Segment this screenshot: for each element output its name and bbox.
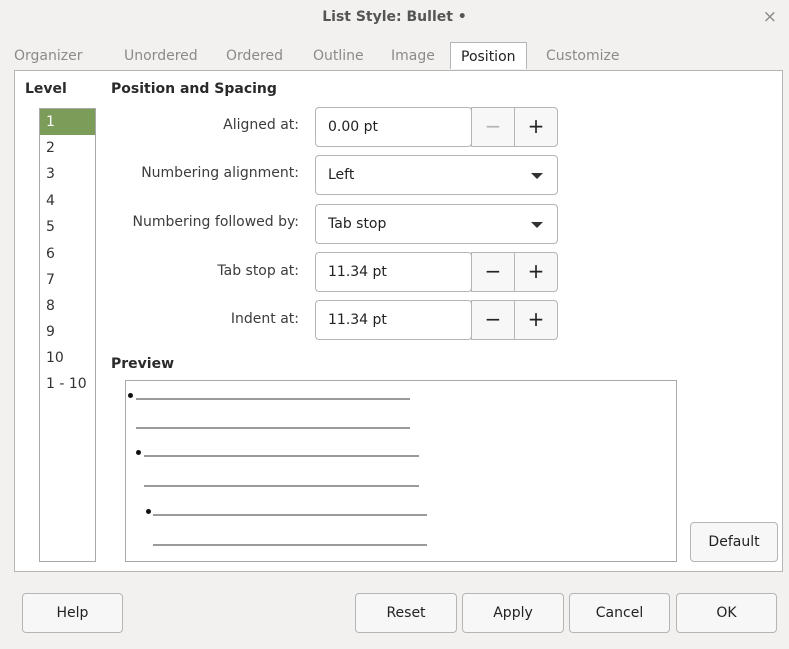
numbering-alignment-value: Left [328,167,355,183]
indent-at-field[interactable]: 11.34 pt [315,300,472,340]
preview-line [153,544,427,546]
aligned-at-label: Aligned at: [223,117,299,133]
aligned-at-increment-button[interactable]: + [514,107,558,147]
chevron-down-icon [531,222,543,228]
apply-button[interactable]: Apply [462,593,564,633]
level-item-8[interactable]: 8 [40,293,95,319]
tab-stop-at-field[interactable]: 11.34 pt [315,252,472,292]
level-item-9[interactable]: 9 [40,319,95,345]
level-item-4[interactable]: 4 [40,188,95,214]
indent-at-decrement-button[interactable]: − [471,300,515,340]
title-bar: List Style: Bullet • × [0,0,789,36]
numbering-followed-by-dropdown[interactable]: Tab stop [315,204,558,244]
level-item-7[interactable]: 7 [40,267,95,293]
tab-position[interactable]: Position [450,42,527,69]
preview-line [153,514,427,516]
numbering-followed-by-value: Tab stop [328,216,387,232]
numbering-followed-by-label: Numbering followed by: [132,214,299,230]
indent-at-label: Indent at: [230,311,299,327]
preview-line [144,485,419,487]
preview-line [136,398,410,400]
cancel-button[interactable]: Cancel [569,593,670,633]
preview-line [144,455,419,457]
level-heading: Level [25,81,67,97]
default-button[interactable]: Default [690,522,778,562]
position-panel: Level 1 2 3 4 5 6 7 8 9 10 1 - 10 Positi… [14,70,783,572]
tab-image[interactable]: Image [391,48,435,64]
help-button[interactable]: Help [22,593,123,633]
indent-at-increment-button[interactable]: + [514,300,558,340]
tab-outline[interactable]: Outline [313,48,364,64]
numbering-alignment-dropdown[interactable]: Left [315,155,558,195]
preview-line [136,427,410,429]
level-item-5[interactable]: 5 [40,214,95,240]
tab-ordered[interactable]: Ordered [226,48,283,64]
preview-bullet-3 [146,509,151,514]
level-list[interactable]: 1 2 3 4 5 6 7 8 9 10 1 - 10 [39,108,96,562]
preview-bullet-2 [136,450,141,455]
aligned-at-field[interactable]: 0.00 pt [315,107,472,147]
level-item-1[interactable]: 1 [40,109,95,135]
chevron-down-icon [531,173,543,179]
preview-bullet-1 [128,393,133,398]
level-item-10[interactable]: 10 [40,345,95,371]
level-item-3[interactable]: 3 [40,161,95,187]
tab-stop-at-label: Tab stop at: [217,263,299,279]
position-spacing-heading: Position and Spacing [111,81,277,97]
aligned-at-decrement-button[interactable]: − [471,107,515,147]
tab-unordered[interactable]: Unordered [124,48,198,64]
ok-button[interactable]: OK [676,593,777,633]
tab-stop-at-decrement-button[interactable]: − [471,252,515,292]
tab-customize[interactable]: Customize [546,48,620,64]
numbering-alignment-label: Numbering alignment: [141,165,299,181]
reset-button[interactable]: Reset [355,593,457,633]
tab-stop-at-increment-button[interactable]: + [514,252,558,292]
tab-organizer[interactable]: Organizer [14,48,82,64]
close-icon[interactable]: × [763,7,777,27]
preview-heading: Preview [111,356,175,372]
level-item-2[interactable]: 2 [40,135,95,161]
level-item-all[interactable]: 1 - 10 [40,371,95,397]
window-title: List Style: Bullet • [322,9,467,25]
level-item-6[interactable]: 6 [40,241,95,267]
preview-box [125,380,677,562]
